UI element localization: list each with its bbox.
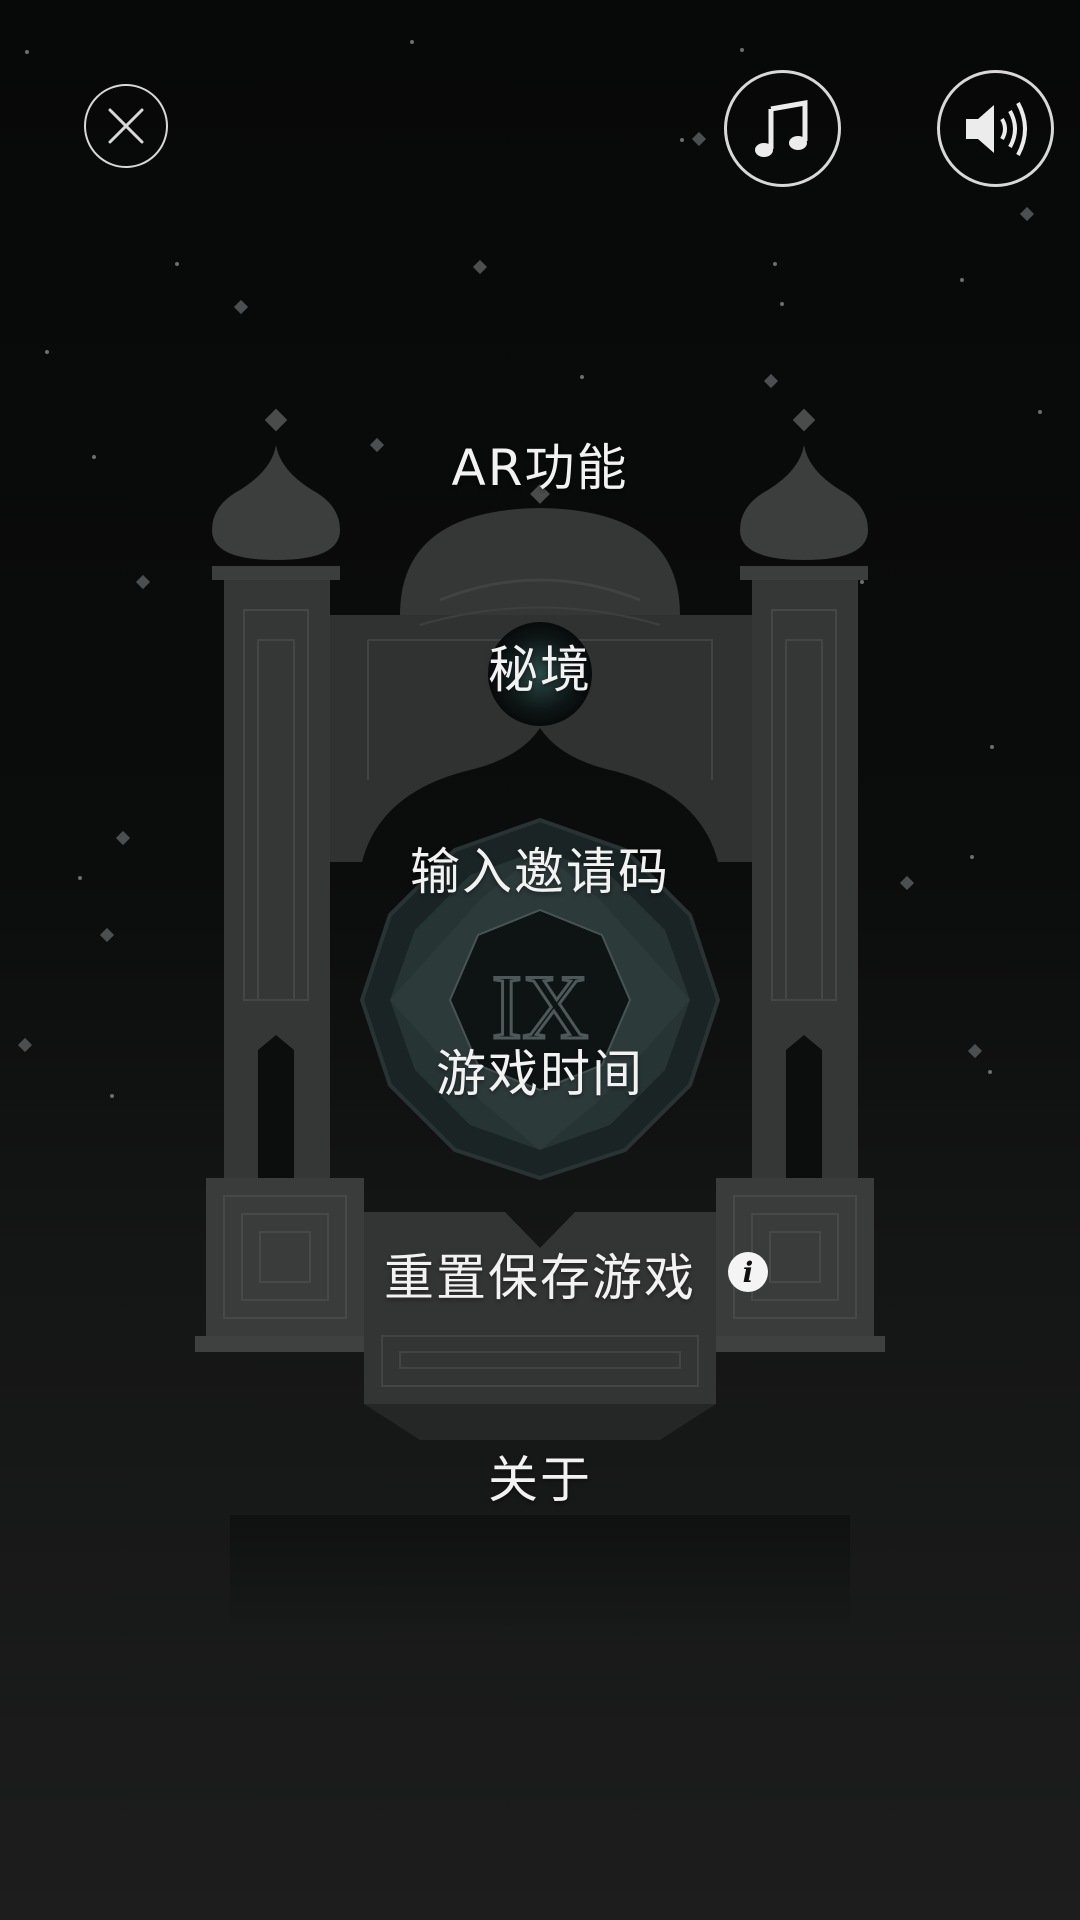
music-note-icon xyxy=(754,99,807,157)
info-icon[interactable]: i xyxy=(728,1252,768,1292)
menu-item-about[interactable]: 关于 xyxy=(0,1440,1080,1512)
menu-item-secret-realm[interactable]: 秘境 xyxy=(0,630,1080,702)
music-toggle-button[interactable] xyxy=(724,70,841,187)
menu-item-reset-save[interactable]: 重置保存游戏 xyxy=(0,1238,1080,1310)
menu-item-invite-code[interactable]: 输入邀请码 xyxy=(0,832,1080,904)
sound-toggle-button[interactable] xyxy=(937,70,1054,187)
close-button[interactable] xyxy=(84,84,168,168)
palace-illustration: IX xyxy=(195,408,885,1625)
menu-item-ar-feature[interactable]: AR功能 xyxy=(0,428,1080,500)
close-icon xyxy=(108,108,144,144)
menu-item-play-time[interactable]: 游戏时间 xyxy=(0,1034,1080,1106)
speaker-volume-icon xyxy=(965,101,1027,156)
